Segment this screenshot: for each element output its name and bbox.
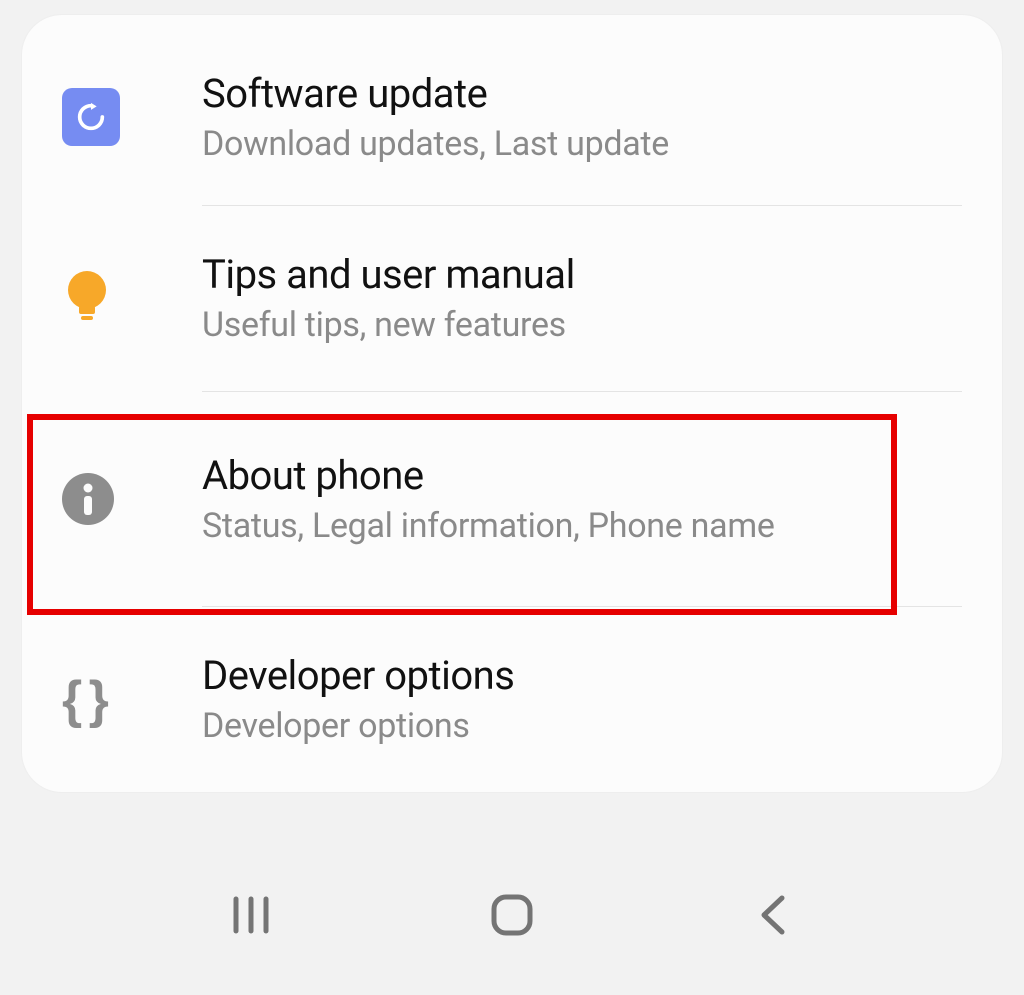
software-update-icon <box>62 88 120 146</box>
nav-home-button[interactable] <box>472 885 552 945</box>
icon-slot <box>62 473 202 525</box>
nav-back-button[interactable] <box>733 885 813 945</box>
lightbulb-icon <box>62 273 112 323</box>
icon-slot: { } <box>62 670 202 730</box>
item-title: Tips and user manual <box>202 251 962 299</box>
settings-item-software-update[interactable]: Software update Download updates, Last u… <box>22 15 1002 205</box>
item-text: Developer options Developer options <box>202 652 962 747</box>
item-subtitle: Developer options <box>202 706 962 747</box>
item-subtitle: Useful tips, new features <box>202 305 962 346</box>
icon-slot <box>62 273 202 323</box>
item-text: Tips and user manual Useful tips, new fe… <box>202 251 962 346</box>
item-title: About phone <box>202 452 962 500</box>
settings-item-developer-options[interactable]: { } Developer options Developer options <box>22 607 1002 792</box>
item-title: Software update <box>202 70 962 118</box>
info-icon <box>62 473 114 525</box>
item-title: Developer options <box>202 652 962 700</box>
item-subtitle: Download updates, Last update <box>202 124 962 165</box>
android-nav-bar <box>0 875 1024 955</box>
settings-item-about-phone[interactable]: About phone Status, Legal information, P… <box>22 392 1002 607</box>
icon-slot <box>62 88 202 146</box>
item-text: About phone Status, Legal information, P… <box>202 452 962 547</box>
braces-icon: { } <box>62 670 105 730</box>
nav-recents-button[interactable] <box>211 885 291 945</box>
settings-item-tips[interactable]: Tips and user manual Useful tips, new fe… <box>22 206 1002 391</box>
item-subtitle: Status, Legal information, Phone name <box>202 506 962 547</box>
settings-list-card: Software update Download updates, Last u… <box>22 15 1002 792</box>
item-text: Software update Download updates, Last u… <box>202 70 962 165</box>
